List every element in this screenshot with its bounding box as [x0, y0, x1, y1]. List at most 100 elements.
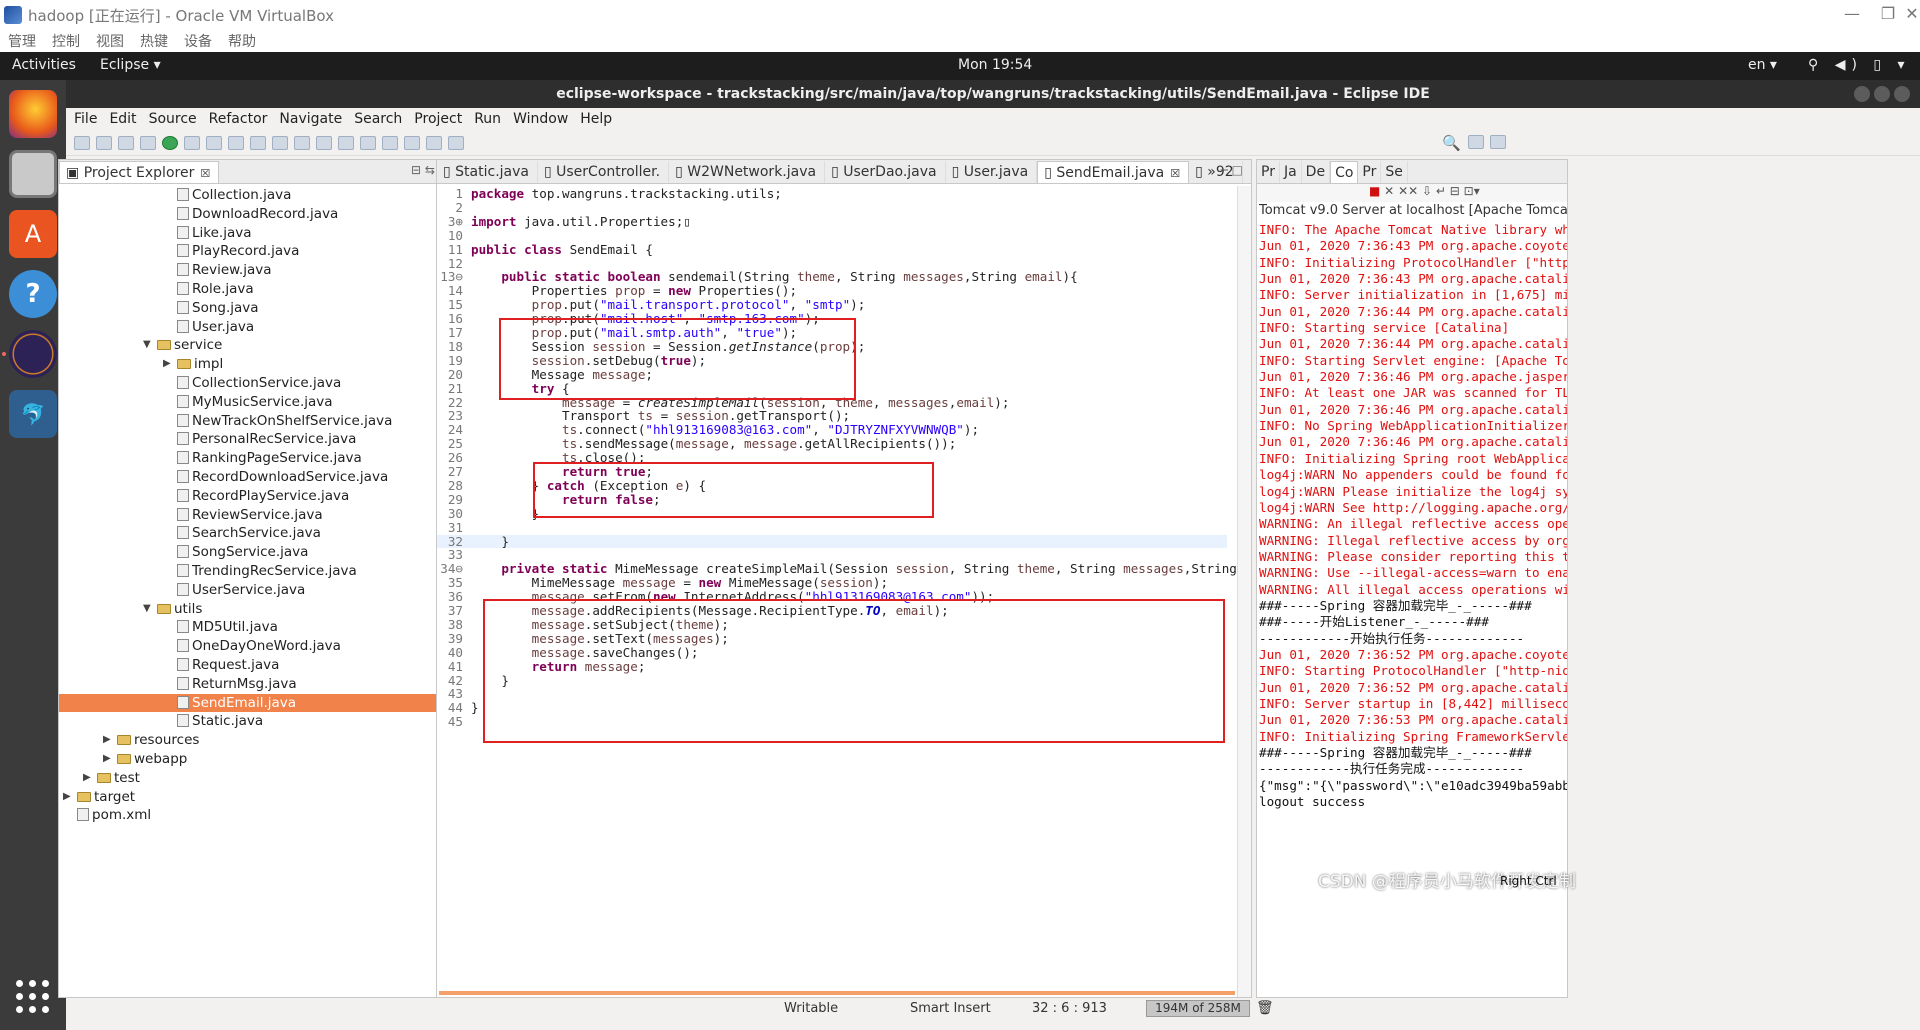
- menu-navigate[interactable]: Navigate: [279, 111, 342, 127]
- close-icon[interactable]: ☒: [200, 167, 210, 180]
- code-line[interactable]: 24 ts.connect("hhl913169083@163.com", "D…: [437, 423, 1227, 437]
- save-all-icon[interactable]: [118, 135, 134, 150]
- expand-arrow-icon[interactable]: ▶: [63, 788, 71, 807]
- editor-tab[interactable]: ▯ UserDao.java: [825, 161, 946, 183]
- previous-annotation-icon[interactable]: [382, 135, 398, 150]
- console-view-tab[interactable]: Se: [1381, 161, 1408, 183]
- console-view-tab[interactable]: Pr: [1257, 161, 1280, 183]
- eclipse-close-icon[interactable]: [1894, 86, 1910, 102]
- scroll-lock-icon[interactable]: ⇩: [1422, 184, 1432, 198]
- close-icon[interactable]: ✕: [1904, 4, 1920, 23]
- expand-arrow-icon[interactable]: ▶: [83, 769, 91, 788]
- eclipse-icon[interactable]: [9, 330, 57, 378]
- coverage-icon[interactable]: [206, 135, 222, 150]
- tree-item-file[interactable]: ReviewService.java: [59, 506, 498, 525]
- remove-launch-icon[interactable]: ✕: [1384, 184, 1394, 198]
- tree-item-file[interactable]: UserService.java: [59, 581, 498, 600]
- toggle-mark-occurrences-icon[interactable]: [338, 135, 354, 150]
- menu-window[interactable]: Window: [513, 111, 568, 127]
- tree-item-file[interactable]: DownloadRecord.java: [59, 205, 498, 224]
- code-line[interactable]: 14 Properties prop = new Properties();: [437, 284, 1227, 298]
- code-line[interactable]: 15 prop.put("mail.transport.protocol", "…: [437, 298, 1227, 312]
- tree-item-file[interactable]: NewTrackOnShelfService.java: [59, 412, 498, 431]
- help-icon[interactable]: ?: [9, 270, 57, 318]
- tree-item-file[interactable]: MD5Util.java: [59, 618, 498, 637]
- editor-horizontal-scrollbar[interactable]: [439, 991, 1235, 995]
- tree-item-file[interactable]: Request.java: [59, 656, 498, 675]
- vbox-menu-view[interactable]: 视图: [96, 31, 124, 51]
- app-menu-eclipse[interactable]: Eclipse ▾: [100, 57, 161, 73]
- editor-tab[interactable]: ▯ SendEmail.java ☒: [1037, 161, 1190, 183]
- menu-edit[interactable]: Edit: [109, 111, 136, 127]
- editor-tab[interactable]: ▯ User.java: [946, 161, 1038, 183]
- tree-item-file[interactable]: pom.xml: [59, 806, 498, 825]
- eclipse-maximize-icon[interactable]: [1874, 86, 1890, 102]
- new-java-project-icon[interactable]: [228, 135, 244, 150]
- system-tray-menu[interactable]: ⚲ ◀) ▯ ▾: [1808, 57, 1911, 73]
- tree-item-folder[interactable]: ▼ service: [59, 336, 498, 355]
- minimize-icon[interactable]: —: [1832, 4, 1872, 23]
- files-icon[interactable]: [9, 150, 57, 198]
- run-icon[interactable]: [162, 135, 178, 150]
- pin-editor-icon[interactable]: [448, 135, 464, 150]
- editor-tab[interactable]: ▯ Static.java: [437, 161, 538, 183]
- console-view-tab[interactable]: Pr: [1358, 161, 1382, 183]
- code-line[interactable]: 11 public class SendEmail {: [437, 242, 1227, 257]
- expand-arrow-icon[interactable]: ▶: [103, 750, 111, 769]
- expand-arrow-icon[interactable]: ▶: [163, 355, 171, 374]
- tree-item-folder[interactable]: ▶ target: [59, 788, 498, 807]
- tree-item-file[interactable]: Song.java: [59, 299, 498, 318]
- open-console-icon[interactable]: ⊡▾: [1464, 184, 1480, 198]
- forward-icon[interactable]: [426, 135, 442, 150]
- code-line[interactable]: 32 }: [437, 534, 1227, 549]
- menu-search[interactable]: Search: [354, 111, 402, 127]
- tree-item-file[interactable]: Static.java: [59, 712, 498, 731]
- activities-button[interactable]: Activities: [12, 57, 76, 73]
- tree-item-file[interactable]: SearchService.java: [59, 524, 498, 543]
- editor-tab[interactable]: ▯ W2WNetwork.java: [669, 161, 826, 183]
- menu-refactor[interactable]: Refactor: [209, 111, 268, 127]
- show-applications-icon[interactable]: [16, 980, 50, 1014]
- collapse-arrow-icon[interactable]: ▼: [143, 336, 151, 355]
- open-type-icon[interactable]: [294, 135, 310, 150]
- tree-item-folder[interactable]: ▼ utils: [59, 600, 498, 619]
- menu-help[interactable]: Help: [580, 111, 612, 127]
- software-center-icon[interactable]: A: [9, 210, 57, 258]
- next-annotation-icon[interactable]: [360, 135, 376, 150]
- java-ee-perspective-icon[interactable]: [1490, 135, 1506, 149]
- editor-tab[interactable]: ▯ UserController.: [538, 161, 670, 183]
- pin-console-icon[interactable]: ⊟: [1450, 184, 1460, 198]
- tree-item-file[interactable]: Collection.java: [59, 186, 498, 205]
- search-toolbar-icon[interactable]: [316, 135, 332, 150]
- tree-item-file[interactable]: SendEmail.java: [59, 693, 498, 713]
- tree-item-file[interactable]: CollectionService.java: [59, 374, 498, 393]
- code-line[interactable]: 10: [437, 228, 1227, 243]
- open-perspective-icon[interactable]: [1468, 135, 1484, 149]
- code-line[interactable]: 35 MimeMessage message = new MimeMessage…: [437, 576, 1227, 590]
- eclipse-minimize-icon[interactable]: [1854, 86, 1870, 102]
- tree-item-file[interactable]: Role.java: [59, 280, 498, 299]
- gc-trash-icon[interactable]: 🗑: [1256, 1000, 1274, 1016]
- tab-project-explorer[interactable]: ▣ Project Explorer ☒: [59, 161, 220, 183]
- code-line[interactable]: 3⊕ import java.util.Properties;▯: [437, 214, 1227, 229]
- code-line[interactable]: 13⊖ public static boolean sendemail(Stri…: [437, 270, 1227, 284]
- tree-item-file[interactable]: Like.java: [59, 224, 498, 243]
- tree-item-folder[interactable]: ▶ impl: [59, 355, 498, 374]
- firefox-icon[interactable]: [9, 90, 57, 138]
- tree-item-file[interactable]: TrendingRecService.java: [59, 562, 498, 581]
- vbox-menu-devices[interactable]: 设备: [184, 31, 212, 51]
- editor-vertical-scrollbar[interactable]: [1237, 186, 1251, 997]
- tree-item-file[interactable]: OneDayOneWord.java: [59, 637, 498, 656]
- tree-item-file[interactable]: SongService.java: [59, 543, 498, 562]
- quick-search-icon[interactable]: 🔍: [1442, 134, 1461, 152]
- mysql-workbench-icon[interactable]: 🐬: [9, 390, 57, 438]
- vbox-menu-help[interactable]: 帮助: [228, 31, 256, 51]
- new-package-icon[interactable]: [250, 135, 266, 150]
- remove-all-icon[interactable]: ✕✕: [1398, 184, 1418, 198]
- vbox-menu-hotkey[interactable]: 热键: [140, 31, 168, 51]
- tree-item-file[interactable]: PlayRecord.java: [59, 242, 498, 261]
- new-icon[interactable]: [74, 135, 90, 150]
- code-line[interactable]: 2: [437, 200, 1227, 215]
- console-view-tab[interactable]: Co: [1330, 161, 1359, 183]
- expand-arrow-icon[interactable]: ▶: [103, 731, 111, 750]
